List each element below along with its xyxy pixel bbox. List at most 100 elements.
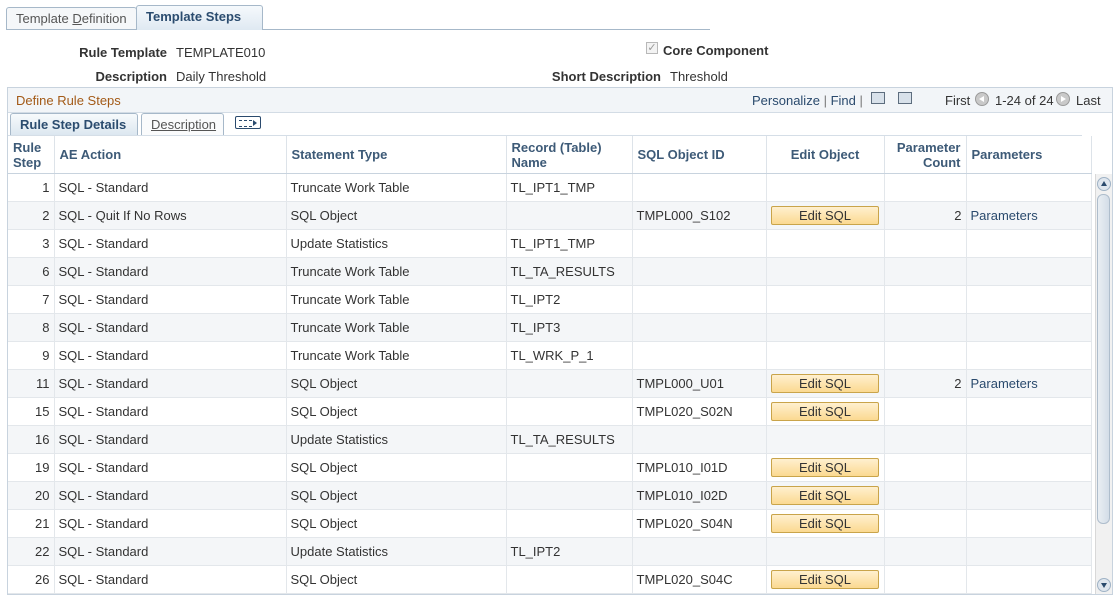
cell-ae-action: SQL - Standard xyxy=(54,481,287,510)
table-row: 6 SQL - Standard Truncate Work Table TL_TA_… xyxy=(8,257,1092,286)
rule-steps-grid: Define Rule Steps Personalize | Find | F… xyxy=(7,87,1113,595)
cell-rule-step: 22 xyxy=(8,537,55,566)
col-statement-type: Statement Type xyxy=(286,136,507,174)
scroll-up-icon[interactable] xyxy=(1097,177,1111,191)
last-arrow-icon[interactable] xyxy=(1056,92,1070,106)
cell-parameter-count xyxy=(884,509,967,538)
cell-statement-type: SQL Object xyxy=(286,453,507,482)
rule-steps-table: Rule Step AE Action Statement Type Recor… xyxy=(8,136,1092,594)
table-row: 16 SQL - Standard Update Statistics TL_TA_R… xyxy=(8,425,1092,454)
grid-title: Define Rule Steps xyxy=(16,93,121,108)
cell-statement-type: SQL Object xyxy=(286,397,507,426)
cell-statement-type: SQL Object xyxy=(286,481,507,510)
cell-parameters xyxy=(966,313,1092,342)
tab-template-definition[interactable]: Template Definition xyxy=(6,7,137,29)
cell-statement-type: SQL Object xyxy=(286,369,507,398)
cell-record-name xyxy=(506,565,633,594)
tab-template-steps[interactable]: Template Steps xyxy=(136,5,263,30)
tab-description[interactable]: Description xyxy=(141,113,224,135)
cell-rule-step: 15 xyxy=(8,397,55,426)
cell-ae-action: SQL - Standard xyxy=(54,425,287,454)
core-component-label: Core Component xyxy=(663,43,769,58)
cell-edit-object xyxy=(766,173,885,202)
cell-record-name: TL_IPT1_TMP xyxy=(506,173,633,202)
cell-edit-object: Edit SQL xyxy=(766,481,885,510)
cell-sql-object-id: TMPL010_I01D xyxy=(632,453,767,482)
cell-edit-object xyxy=(766,341,885,370)
scroll-down-icon[interactable] xyxy=(1097,578,1111,592)
table-row: 21 SQL - Standard SQL Object TMPL020_S04N Ed… xyxy=(8,509,1092,538)
cell-parameter-count xyxy=(884,257,967,286)
cell-record-name xyxy=(506,369,633,398)
short-description-value: Threshold xyxy=(670,69,728,84)
cell-sql-object-id xyxy=(632,313,767,342)
table-row: 11 SQL - Standard SQL Object TMPL000_U01 Edi… xyxy=(8,369,1092,398)
personalize-link[interactable]: Personalize xyxy=(752,93,820,108)
cell-record-name xyxy=(506,453,633,482)
cell-edit-object: Edit SQL xyxy=(766,453,885,482)
cell-record-name xyxy=(506,397,633,426)
first-arrow-icon[interactable] xyxy=(975,92,989,106)
find-link[interactable]: Find xyxy=(831,93,856,108)
parameters-link[interactable]: Parameters xyxy=(971,376,1038,391)
edit-sql-button[interactable]: Edit SQL xyxy=(771,570,879,589)
edit-sql-button[interactable]: Edit SQL xyxy=(771,458,879,477)
cell-record-name xyxy=(506,201,633,230)
parameters-link[interactable]: Parameters xyxy=(971,208,1038,223)
cell-statement-type: Update Statistics xyxy=(286,229,507,258)
cell-ae-action: SQL - Quit If No Rows xyxy=(54,201,287,230)
cell-rule-step: 7 xyxy=(8,285,55,314)
grid-tabs: Rule Step Details Description xyxy=(8,113,1082,137)
short-description-label: Short Description xyxy=(551,69,661,84)
edit-sql-button[interactable]: Edit SQL xyxy=(771,374,879,393)
edit-sql-button[interactable]: Edit SQL xyxy=(771,486,879,505)
cell-parameters xyxy=(966,257,1092,286)
cell-sql-object-id: TMPL010_I02D xyxy=(632,481,767,510)
edit-sql-button[interactable]: Edit SQL xyxy=(771,206,879,225)
cell-statement-type: Truncate Work Table xyxy=(286,173,507,202)
cell-edit-object xyxy=(766,257,885,286)
cell-rule-step: 11 xyxy=(8,369,55,398)
cell-ae-action: SQL - Standard xyxy=(54,173,287,202)
cell-edit-object: Edit SQL xyxy=(766,397,885,426)
description-value: Daily Threshold xyxy=(176,69,267,84)
cell-statement-type: Truncate Work Table xyxy=(286,313,507,342)
tab-template-definition-label: Template Definition xyxy=(16,11,127,26)
cell-rule-step: 1 xyxy=(8,173,55,202)
cell-ae-action: SQL - Standard xyxy=(54,285,287,314)
cell-sql-object-id xyxy=(632,173,767,202)
grid-scrollbar[interactable] xyxy=(1095,174,1112,594)
rule-template-value: TEMPLATE010 xyxy=(176,45,266,60)
col-edit-object: Edit Object xyxy=(766,136,885,174)
cell-rule-step: 3 xyxy=(8,229,55,258)
scroll-thumb[interactable] xyxy=(1097,194,1110,524)
cell-rule-step: 26 xyxy=(8,565,55,594)
cell-parameters xyxy=(966,481,1092,510)
row-range: 1-24 of 24 xyxy=(995,93,1054,108)
rule-template-label: Rule Template xyxy=(79,45,167,60)
cell-parameters: Parameters xyxy=(966,201,1092,230)
cell-parameter-count xyxy=(884,229,967,258)
core-component-checkbox[interactable]: ✓ xyxy=(646,42,658,54)
show-all-columns-icon[interactable] xyxy=(235,116,261,129)
edit-sql-button[interactable]: Edit SQL xyxy=(771,514,879,533)
table-row: 3 SQL - Standard Update Statistics TL_IPT1_… xyxy=(8,229,1092,258)
tab-rule-step-details[interactable]: Rule Step Details xyxy=(10,113,138,135)
zoom-grid-icon[interactable] xyxy=(871,92,885,104)
cell-record-name: TL_IPT3 xyxy=(506,313,633,342)
cell-record-name: TL_IPT2 xyxy=(506,285,633,314)
download-to-excel-icon[interactable] xyxy=(898,92,912,104)
cell-parameter-count xyxy=(884,173,967,202)
cell-parameters xyxy=(966,565,1092,594)
cell-sql-object-id: TMPL000_U01 xyxy=(632,369,767,398)
cell-statement-type: Update Statistics xyxy=(286,537,507,566)
cell-edit-object: Edit SQL xyxy=(766,565,885,594)
tab-description-label: Description xyxy=(151,117,217,132)
cell-sql-object-id: TMPL020_S04C xyxy=(632,565,767,594)
table-row: 8 SQL - Standard Truncate Work Table TL_IPT… xyxy=(8,313,1092,342)
edit-sql-button[interactable]: Edit SQL xyxy=(771,402,879,421)
cell-parameter-count xyxy=(884,453,967,482)
col-record-name: Record (Table) Name xyxy=(506,136,633,174)
cell-sql-object-id: TMPL000_S102 xyxy=(632,201,767,230)
cell-parameters xyxy=(966,397,1092,426)
